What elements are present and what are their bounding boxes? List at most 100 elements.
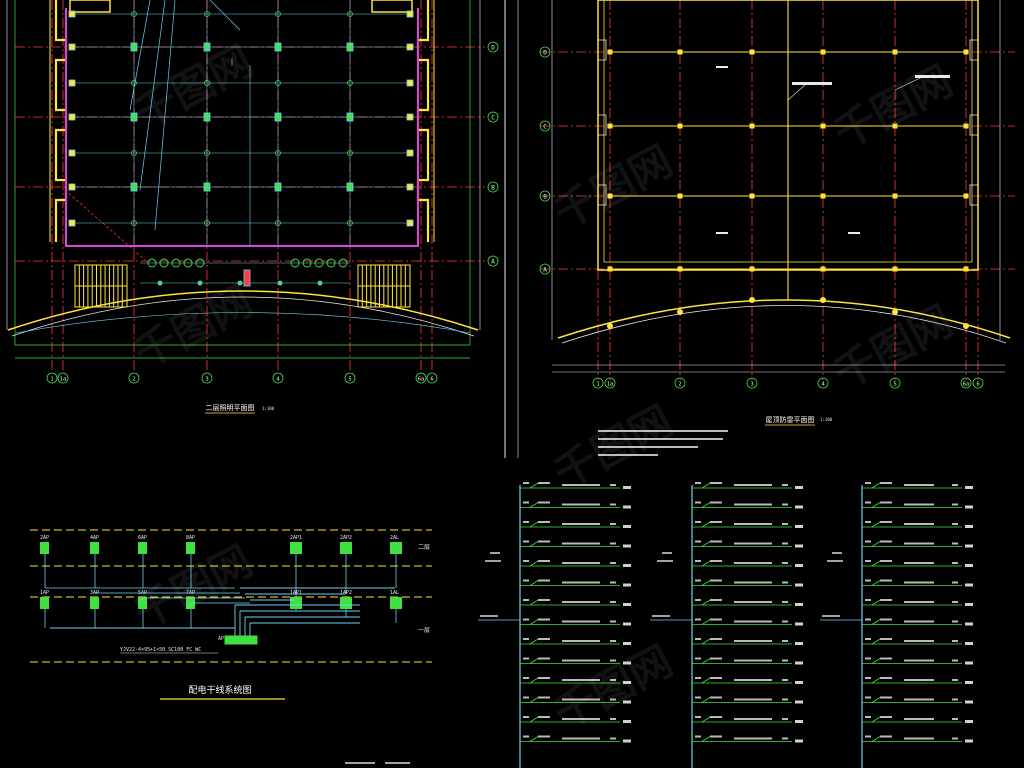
upper-distribution-box [186, 542, 195, 554]
main-cable-spec: YJV22-4×95+1×50 SC100 FC WC [120, 647, 201, 653]
lower-distribution-box [290, 597, 302, 609]
svg-text:千图网: 千图网 [826, 56, 960, 158]
svg-text:千图网: 千图网 [546, 396, 680, 498]
wall-light-icon [406, 219, 414, 227]
lower-box-label: 1AL [390, 590, 399, 596]
lightning-support-icon [820, 123, 826, 129]
ur-axis-label: 5 [893, 382, 896, 388]
upper-left-plan-title: 二层照明平面图 [206, 404, 255, 412]
lightning-support-icon [963, 193, 969, 199]
lightning-support-icon [820, 266, 826, 272]
ul-axis-label: A [491, 259, 495, 266]
svg-text:千图网: 千图网 [126, 276, 260, 378]
ul-axis-label: 4 [276, 377, 280, 383]
upper-distribution-box [290, 542, 302, 554]
panel-circuit-schedules [345, 482, 973, 768]
ur-axis-label: 2 [678, 382, 681, 388]
lightning-support-icon [892, 266, 898, 272]
ul-axis-label: 1a [60, 377, 67, 383]
upper-box-label: 4AP [90, 535, 99, 541]
lightning-support-icon [677, 49, 683, 55]
lightning-support-icon [607, 49, 613, 55]
upper-distribution-box [40, 542, 49, 554]
wall-light-icon [68, 149, 76, 157]
ur-axis-label: C [543, 124, 547, 131]
main-distribution-box [224, 635, 258, 645]
wall-light-icon [406, 183, 414, 191]
wall-light-icon [68, 113, 76, 121]
upper-distribution-box [390, 542, 402, 554]
lower-box-label: 1AP1 [290, 590, 302, 596]
main-box-label: AP [218, 636, 224, 642]
lightning-support-icon [749, 193, 755, 199]
ur-axis-label: D [543, 50, 547, 57]
lightning-support-icon [963, 49, 969, 55]
ul-axis-label: 6 [430, 377, 433, 383]
svg-text:千图网: 千图网 [546, 136, 680, 238]
wall-light-icon [68, 43, 76, 51]
lightning-support-icon [749, 123, 755, 129]
lightning-support-icon [963, 123, 969, 129]
upper-right-plan-title: 屋顶防雷平面图 [766, 415, 815, 424]
wall-light-icon [406, 113, 414, 121]
lightning-support-icon [677, 193, 683, 199]
lightning-support-icon [607, 123, 613, 129]
lower-distribution-box [40, 597, 49, 609]
ul-axis-label: 5 [348, 377, 351, 383]
upper-box-label: 2AL [390, 535, 399, 541]
wall-light-icon [406, 149, 414, 157]
lower-box-label: 1AP [40, 590, 49, 596]
ul-axis-label: 6a [418, 377, 425, 383]
lightning-support-icon [677, 123, 683, 129]
lightning-support-icon [892, 193, 898, 199]
lightning-support-icon [963, 266, 969, 272]
lightning-support-icon [749, 49, 755, 55]
lightning-support-icon [677, 266, 683, 272]
ur-axis-label: A [543, 267, 547, 274]
wall-light-icon [406, 43, 414, 51]
lower-distribution-box [390, 597, 402, 609]
wall-light-icon [68, 219, 76, 227]
upper-distribution-box [340, 542, 352, 554]
cad-drawing-canvas: D C B A 1 1a 2 3 4 5 6a 6 二层照明平面图 1:100 DCB… [6, 0, 1015, 768]
lightning-support-icon [749, 266, 755, 272]
wall-light-icon [68, 183, 76, 191]
svg-text:千图网: 千图网 [126, 36, 260, 138]
upper-distribution-box [90, 542, 99, 554]
lightning-support-icon [607, 266, 613, 272]
svg-text:千图网: 千图网 [546, 636, 680, 738]
ur-axis-label: 1a [607, 382, 614, 388]
wall-light-icon [406, 10, 414, 18]
wall-light-icon [406, 79, 414, 87]
floor-label-lower: 一层 [418, 627, 430, 634]
upper-left-plan-scale: 1:100 [262, 406, 275, 411]
ul-axis-label: D [491, 45, 495, 52]
ul-axis-label: 2 [132, 377, 135, 383]
lightning-support-icon [820, 193, 826, 199]
ul-axis-label: 3 [205, 377, 208, 383]
lower-box-label: 1AP2 [340, 590, 352, 596]
ul-axis-label: B [491, 185, 495, 192]
upper-box-label: 6AP [138, 535, 147, 541]
ur-axis-label: 1 [596, 382, 599, 388]
floor-label-upper: 二层 [418, 544, 430, 551]
lower-distribution-box [90, 597, 99, 609]
upper-box-label: 8AP [186, 535, 195, 541]
ul-axis-label: C [491, 115, 495, 122]
wall-light-icon [68, 79, 76, 87]
watermark: 千图网千图网千图网千图网千图网千图网千图网千图网 [126, 36, 960, 738]
ur-axis-label: 3 [750, 382, 753, 388]
upper-box-label: 2AP [40, 535, 49, 541]
ul-axis-label: 1 [50, 377, 53, 383]
ur-axis-label: 6 [976, 382, 979, 388]
lightning-support-icon [820, 49, 826, 55]
upper-left-lighting-plan: D C B A 1 1a 2 3 4 5 6a 6 二层照明平面图 1:100 [6, 0, 499, 414]
upper-distribution-box [138, 542, 147, 554]
ur-axis-label: 6a [963, 382, 970, 388]
lower-distribution-box [340, 597, 352, 609]
lightning-support-icon [892, 49, 898, 55]
ur-axis-label: 4 [821, 382, 825, 388]
upper-box-label: 2AP2 [340, 535, 352, 541]
upper-right-plan-scale: 1:100 [820, 417, 833, 422]
wall-light-icon [68, 10, 76, 18]
